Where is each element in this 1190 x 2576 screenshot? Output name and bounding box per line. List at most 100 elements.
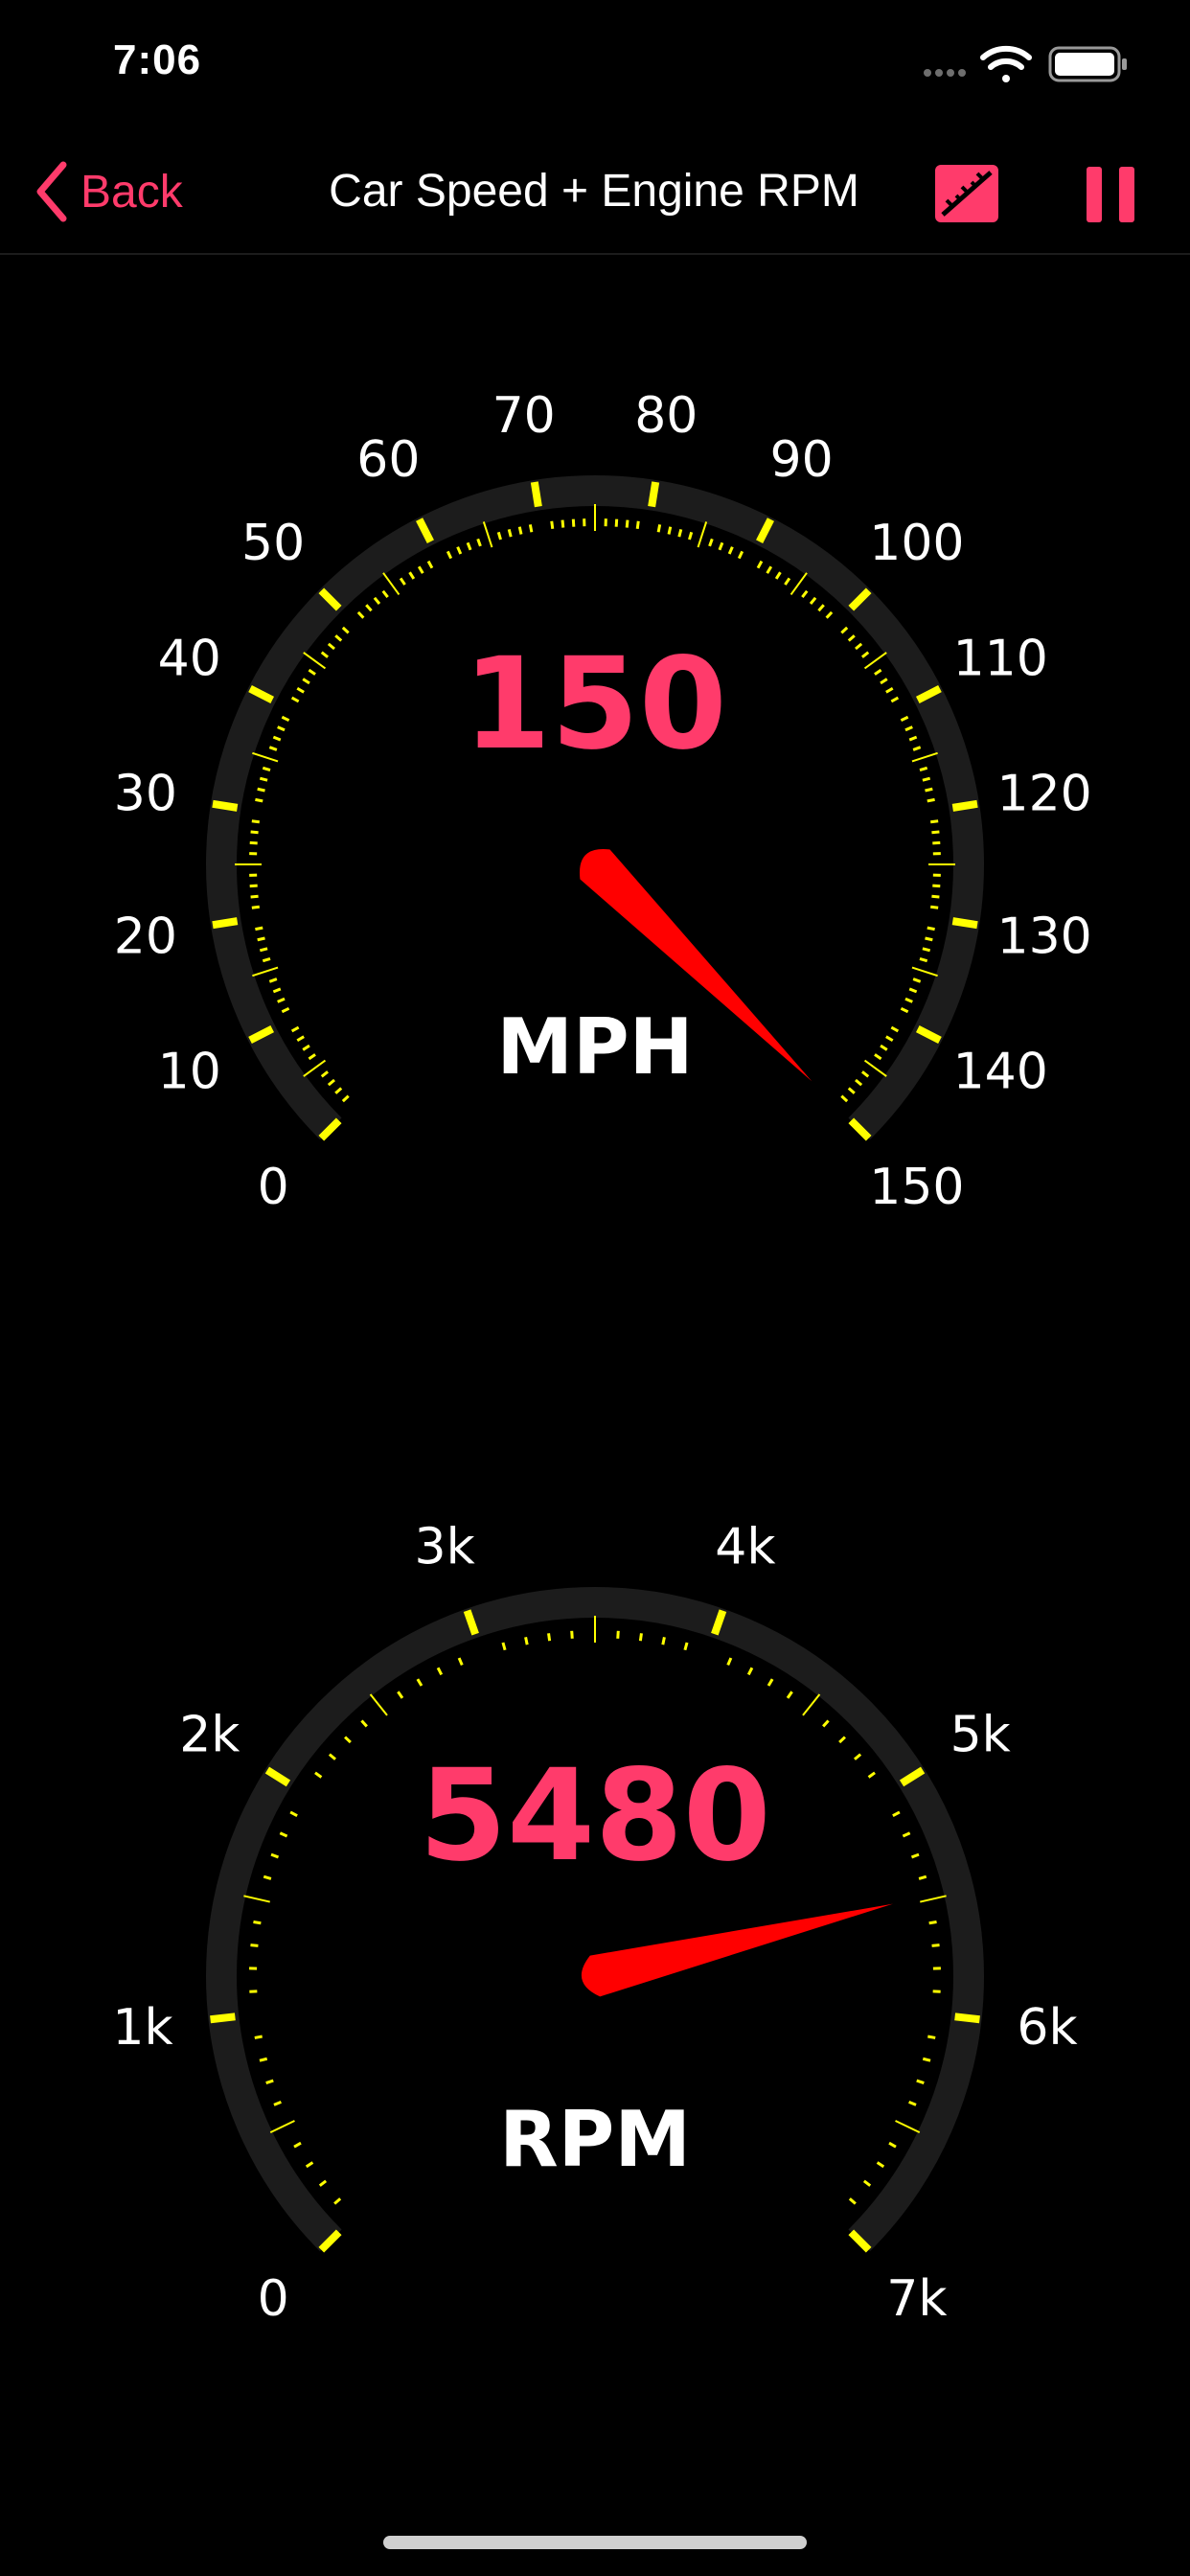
minor-tick <box>254 2035 263 2039</box>
major-tick <box>212 799 239 812</box>
minor-tick <box>930 905 939 909</box>
minor-tick <box>528 524 534 533</box>
minor-tick <box>476 538 482 547</box>
tick-label: 60 <box>356 431 420 489</box>
tick-label: 80 <box>634 387 698 445</box>
minor-tick <box>365 604 373 612</box>
minor-tick <box>802 1693 821 1716</box>
minor-tick <box>268 978 278 983</box>
minor-tick <box>616 1630 620 1639</box>
tick-label: 6k <box>1017 1999 1077 2057</box>
major-tick <box>648 481 660 508</box>
minor-tick <box>334 1087 343 1094</box>
tick-label: 70 <box>492 387 556 445</box>
minor-tick <box>302 1044 310 1051</box>
minor-tick <box>817 604 825 612</box>
minor-tick <box>341 626 350 634</box>
minor-tick <box>293 2141 302 2149</box>
tick-label: 0 <box>258 2270 289 2328</box>
minor-tick <box>614 518 619 527</box>
speed-value: 150 <box>463 631 727 778</box>
minor-tick <box>919 766 928 771</box>
minor-tick <box>327 1078 335 1087</box>
minor-tick <box>930 819 939 824</box>
minor-tick <box>784 577 791 586</box>
major-tick <box>951 917 978 930</box>
minor-tick <box>251 819 260 824</box>
tick-label: 110 <box>953 630 1048 687</box>
minor-tick <box>257 787 265 793</box>
minor-tick <box>885 1035 894 1043</box>
minor-tick <box>250 894 259 899</box>
minor-tick <box>790 572 808 596</box>
pause-icon <box>1087 167 1134 222</box>
minor-tick <box>416 1678 423 1687</box>
tick-label: 4k <box>715 1519 775 1576</box>
minor-tick <box>880 1044 888 1051</box>
minor-tick <box>890 1025 900 1033</box>
minor-tick <box>931 894 940 899</box>
minor-tick <box>908 987 918 994</box>
minor-tick <box>927 2035 936 2039</box>
minor-tick <box>456 546 463 555</box>
minor-tick <box>756 560 764 569</box>
minor-tick <box>252 751 279 763</box>
minor-tick <box>570 1630 574 1639</box>
minor-tick <box>876 2161 885 2169</box>
minor-tick <box>259 2057 268 2062</box>
minor-tick <box>726 1657 733 1666</box>
minor-tick <box>369 1693 388 1716</box>
rpm-gauge: 0 1k 2k 3k 4k 5k 6k 7k 5480 RPM <box>0 1428 1190 2425</box>
speed-unit-label: MPH <box>496 1002 693 1092</box>
minor-tick <box>895 2120 921 2134</box>
status-icons <box>922 42 1133 86</box>
page-title: Car Speed + Engine RPM <box>329 166 859 217</box>
minor-tick <box>547 1633 552 1642</box>
minor-tick <box>466 541 472 551</box>
tick-label: 7k <box>886 2270 947 2328</box>
minor-tick <box>822 1719 830 1728</box>
minor-tick <box>900 715 909 723</box>
tick-label: 1k <box>112 1999 172 2057</box>
minor-tick <box>417 565 424 574</box>
minor-tick <box>446 550 453 560</box>
minor-tick <box>861 651 870 658</box>
pause-button[interactable] <box>1081 157 1142 230</box>
minor-tick <box>638 1633 643 1642</box>
units-button[interactable] <box>931 157 1004 230</box>
minor-tick <box>863 652 887 670</box>
nav-bar: Back Car Speed + Engine RPM <box>0 134 1190 255</box>
minor-tick <box>265 2079 274 2084</box>
minor-tick <box>885 686 894 694</box>
minor-tick <box>243 1895 270 1903</box>
tick-label: 140 <box>953 1044 1048 1101</box>
minor-tick <box>296 1035 305 1043</box>
speed-gauge: 0 10 20 30 40 50 60 70 80 90 100 110 120 130 140 150 15… <box>0 316 1190 1313</box>
minor-tick <box>920 1895 947 1903</box>
minor-tick <box>328 1753 336 1760</box>
minor-tick <box>855 1078 863 1087</box>
minor-tick <box>272 735 282 742</box>
minor-tick <box>270 1852 280 1859</box>
minor-tick <box>334 634 343 642</box>
minor-tick <box>399 577 406 586</box>
minor-tick <box>281 1006 290 1014</box>
tick-label: 40 <box>158 630 221 687</box>
minor-tick <box>801 589 809 598</box>
minor-tick <box>273 2101 282 2106</box>
tick-label: 50 <box>241 515 305 572</box>
minor-tick <box>277 725 286 732</box>
back-button[interactable]: Back <box>33 155 183 228</box>
minor-tick <box>320 1070 329 1078</box>
minor-tick <box>892 1810 901 1818</box>
wifi-icon <box>980 45 1032 82</box>
minor-tick <box>774 571 782 580</box>
minor-tick <box>341 1094 350 1103</box>
minor-tick <box>847 1087 856 1094</box>
minor-tick <box>290 1025 300 1033</box>
minor-tick <box>656 524 662 533</box>
tick-label: 20 <box>114 908 177 965</box>
minor-tick <box>320 651 329 658</box>
minor-tick <box>635 520 640 529</box>
minor-tick <box>847 634 856 642</box>
